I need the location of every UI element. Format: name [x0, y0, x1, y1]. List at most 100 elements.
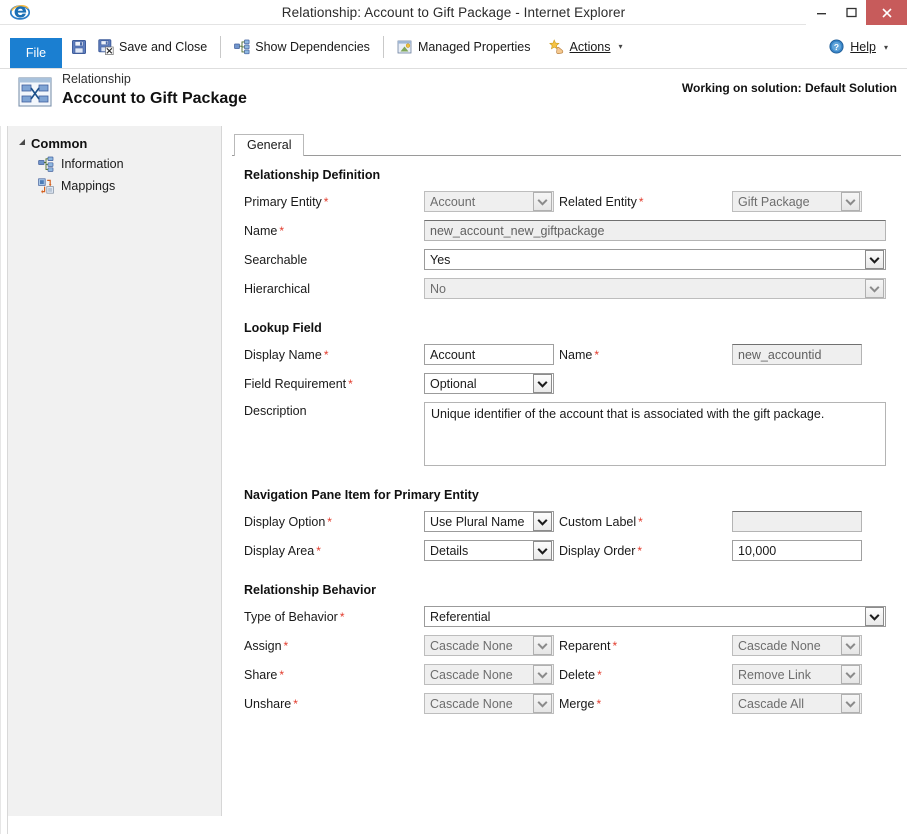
relationship-form: Relationship Definition Primary Entity * … — [232, 156, 907, 714]
chevron-down-icon — [533, 192, 552, 211]
collapse-triangle-icon — [18, 138, 26, 148]
display-order-input[interactable]: 10,000 — [732, 540, 862, 561]
section-relationship-behavior: Relationship Behavior Type of Behavior * … — [244, 583, 897, 714]
required-asterisk: * — [596, 696, 602, 711]
help-area: ? Help ▾ — [820, 25, 897, 69]
field-requirement-value: Optional — [430, 376, 477, 391]
row-share-delete: Share * Cascade None Delete * Remove Link — [244, 664, 897, 685]
reparent-value: Cascade None — [738, 638, 821, 653]
unshare-select[interactable]: Cascade None — [424, 693, 554, 714]
page-title: Account to Gift Package — [62, 90, 247, 107]
sidebar-item-label: Information — [61, 157, 124, 171]
label-lookup-name: Name * — [559, 347, 600, 362]
actions-menu-button[interactable]: Actions ▾ — [540, 32, 632, 62]
toolbar-separator-2 — [382, 35, 384, 58]
content-pane: General Relationship Definition Primary … — [222, 126, 907, 834]
toolbar-separator — [220, 35, 222, 58]
required-asterisk: * — [637, 543, 643, 558]
command-bar: File Save and Close Show Dependencies Ma… — [0, 25, 907, 69]
display-option-value: Use Plural Name — [430, 514, 525, 529]
type-of-behavior-select[interactable]: Referential — [424, 606, 886, 627]
chevron-down-icon — [533, 636, 552, 655]
page-header-texts: Relationship Account to Gift Package — [62, 71, 247, 109]
sidebar-group-common[interactable]: Common — [8, 134, 221, 153]
section-title: Lookup Field — [244, 321, 322, 335]
required-asterisk: * — [339, 609, 345, 624]
searchable-value: Yes — [430, 252, 451, 267]
assign-value: Cascade None — [430, 638, 513, 653]
chevron-down-icon-help: ▾ — [883, 42, 888, 52]
chevron-down-icon — [533, 541, 552, 560]
row-display-option: Display Option * Use Plural Name Custom L… — [244, 511, 897, 532]
row-primary-related-entity: Primary Entity * Account Related Entity * … — [244, 191, 897, 212]
help-menu-button[interactable]: ? Help ▾ — [820, 32, 897, 62]
hierarchical-value: No — [430, 281, 446, 296]
actions-icon — [548, 38, 565, 55]
label-field-requirement: Field Requirement * — [244, 376, 353, 391]
related-entity-select[interactable]: Gift Package — [732, 191, 862, 212]
chevron-down-icon — [865, 279, 884, 298]
label-assign: Assign * — [244, 638, 289, 653]
save-and-close-icon — [98, 38, 114, 55]
relationship-name-input[interactable]: new_account_new_giftpackage — [424, 220, 886, 241]
required-asterisk: * — [283, 638, 289, 653]
merge-select[interactable]: Cascade All — [732, 693, 862, 714]
primary-entity-select[interactable]: Account — [424, 191, 554, 212]
chevron-down-icon — [841, 636, 860, 655]
share-value: Cascade None — [430, 667, 513, 682]
page-header: Relationship Account to Gift Package Wor… — [0, 69, 907, 126]
display-area-select[interactable]: Details — [424, 540, 554, 561]
managed-properties-icon — [397, 39, 413, 55]
minimize-button[interactable] — [806, 0, 836, 25]
searchable-select[interactable]: Yes — [424, 249, 886, 270]
row-searchable: Searchable Yes — [244, 249, 897, 270]
required-asterisk: * — [348, 376, 353, 391]
sidebar-item-mappings[interactable]: Mappings — [8, 175, 221, 197]
required-asterisk: * — [323, 347, 329, 362]
tab-general[interactable]: General — [234, 134, 305, 156]
reparent-select[interactable]: Cascade None — [732, 635, 862, 656]
save-button[interactable] — [62, 32, 89, 62]
chevron-down-icon: ▾ — [618, 42, 623, 51]
chevron-down-icon — [841, 192, 860, 211]
unshare-value: Cascade None — [430, 696, 513, 711]
relationship-header-icon — [18, 77, 52, 107]
save-and-close-button[interactable]: Save and Close — [89, 32, 216, 62]
close-button[interactable] — [866, 0, 907, 25]
assign-select[interactable]: Cascade None — [424, 635, 554, 656]
field-requirement-select[interactable]: Optional — [424, 373, 554, 394]
primary-entity-value: Account — [430, 194, 476, 209]
file-tab-button[interactable]: File — [10, 38, 62, 68]
label-related-entity: Related Entity * — [559, 194, 644, 209]
lookup-name-input[interactable]: new_accountid — [732, 344, 862, 365]
show-dependencies-button[interactable]: Show Dependencies — [225, 32, 379, 62]
label-reparent: Reparent * — [559, 638, 618, 653]
label-custom-label: Custom Label * — [559, 514, 643, 529]
chevron-down-icon — [865, 250, 884, 269]
custom-label-input[interactable] — [732, 511, 862, 532]
window-controls — [806, 0, 907, 25]
delete-select[interactable]: Remove Link — [732, 664, 862, 685]
label-display-name: Display Name * — [244, 347, 329, 362]
hierarchical-select[interactable]: No — [424, 278, 886, 299]
minimize-icon — [816, 13, 826, 15]
display-option-select[interactable]: Use Plural Name — [424, 511, 554, 532]
section-title: Navigation Pane Item for Primary Entity — [244, 488, 479, 502]
maximize-button[interactable] — [836, 0, 866, 25]
label-searchable: Searchable — [244, 252, 308, 267]
close-icon — [881, 7, 892, 18]
display-name-input[interactable]: Account — [424, 344, 554, 365]
label-display-order: Display Order * — [559, 543, 643, 558]
delete-value: Remove Link — [738, 667, 811, 682]
chevron-down-icon — [841, 665, 860, 684]
solution-context-label: Working on solution: Default Solution — [681, 81, 897, 95]
label-name: Name * — [244, 223, 285, 238]
sidebar-group-label: Common — [31, 136, 88, 151]
help-icon: ? — [829, 39, 845, 55]
share-select[interactable]: Cascade None — [424, 664, 554, 685]
description-textarea[interactable]: Unique identifier of the account that is… — [424, 402, 886, 466]
sidebar-item-information[interactable]: Information — [8, 153, 221, 175]
managed-properties-button[interactable]: Managed Properties — [388, 32, 540, 62]
section-relationship-definition: Relationship Definition Primary Entity * … — [244, 168, 897, 299]
dependencies-icon — [234, 39, 250, 55]
